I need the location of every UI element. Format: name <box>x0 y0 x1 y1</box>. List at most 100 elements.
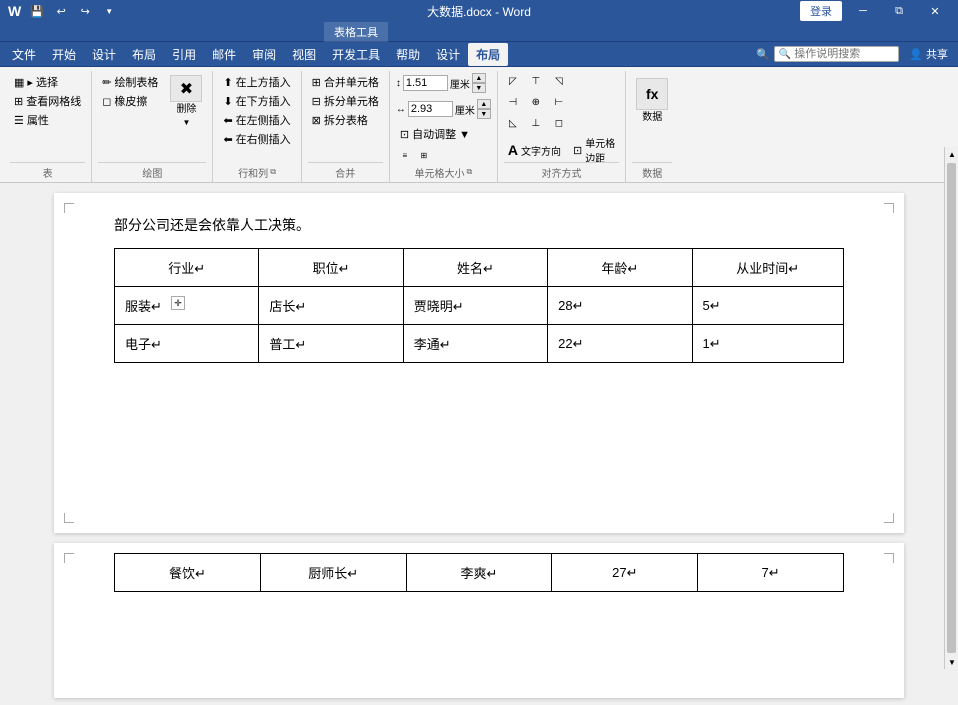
split-cells-button[interactable]: ⊟ 拆分单元格 <box>308 92 383 110</box>
cell-height-down[interactable]: ▼ <box>472 83 486 93</box>
row1-position[interactable]: 店长↵ <box>259 287 403 325</box>
align-mr-button[interactable]: ⊢ <box>550 94 568 110</box>
cell-margin-button[interactable]: ⊡ 单元格边距 <box>569 141 619 159</box>
align-tc-button[interactable]: ⊤ <box>527 73 545 89</box>
menu-review[interactable]: 审阅 <box>244 43 284 66</box>
ribbon-group-align: ◸ ⊤ ◹ ⊣ ⊕ ⊢ ◺ ⊥ ◻ A 文字方向 ⊡ <box>498 71 626 182</box>
merge-cells-button[interactable]: ⊞ 合并单元格 <box>308 73 383 91</box>
align-ml-button[interactable]: ⊣ <box>504 94 522 110</box>
menu-reference[interactable]: 引用 <box>164 43 204 66</box>
menu-help[interactable]: 帮助 <box>388 43 428 66</box>
header-years: 从业时间↵ <box>692 249 844 287</box>
minimize-button[interactable]: ─ <box>848 0 878 22</box>
properties-button[interactable]: ☰ 属性 <box>10 111 85 129</box>
align-bc-button[interactable]: ⊥ <box>527 115 545 131</box>
row3-name[interactable]: 李爽↵ <box>406 554 552 592</box>
row1-industry[interactable]: 服装↵ <box>115 287 259 325</box>
redo-icon[interactable]: ↪ <box>75 1 95 21</box>
menu-developer[interactable]: 开发工具 <box>324 43 388 66</box>
ribbon-group-merge-content: ⊞ 合并单元格 ⊟ 拆分单元格 ⊠ 拆分表格 <box>308 73 383 160</box>
save-icon[interactable]: 💾 <box>27 1 47 21</box>
scroll-down-arrow[interactable]: ▼ <box>945 655 958 669</box>
insert-left-icon: ⬅ <box>223 114 232 127</box>
row2-age[interactable]: 22↵ <box>548 325 692 363</box>
menu-layout[interactable]: 布局 <box>124 43 164 66</box>
align-bl-button[interactable]: ◺ <box>504 115 522 131</box>
row3-years[interactable]: 7↵ <box>698 554 844 592</box>
distribute-rows-icon[interactable]: ≡ <box>396 147 414 163</box>
split-table-button[interactable]: ⊠ 拆分表格 <box>308 111 383 129</box>
row3-position[interactable]: 厨师长↵ <box>260 554 406 592</box>
close-button[interactable]: ✕ <box>920 0 950 22</box>
ribbon-group-data-content: fx 数据 <box>632 73 672 160</box>
insert-below-button[interactable]: ⬇ 在下方插入 <box>219 92 294 110</box>
cell-width-down[interactable]: ▼ <box>477 109 491 119</box>
auto-fit-icon: ⊡ <box>400 128 409 141</box>
auto-fit-button[interactable]: ⊡ 自动调整 ▼ <box>396 125 474 143</box>
insert-below-icon: ⬇ <box>223 95 232 108</box>
row2-name[interactable]: 李通↵ <box>403 325 547 363</box>
row3-age[interactable]: 27↵ <box>552 554 698 592</box>
row1-age[interactable]: 28↵ <box>548 287 692 325</box>
align-br-button[interactable]: ◻ <box>550 115 568 131</box>
menu-right: 🔍 🔍 👤 共享 <box>756 44 954 64</box>
align-tl-button[interactable]: ◸ <box>504 73 522 89</box>
row1-name[interactable]: 贾晓明↵ <box>403 287 547 325</box>
draw-table-button[interactable]: ✏ 绘制表格 <box>98 73 162 91</box>
menu-design[interactable]: 设计 <box>84 43 124 66</box>
cell-width-input[interactable] <box>408 101 453 117</box>
cell-height-up[interactable]: ▲ <box>472 73 486 83</box>
scroll-bar[interactable]: ▲ ▼ <box>944 147 958 669</box>
menu-home[interactable]: 开始 <box>44 43 84 66</box>
customize-icon[interactable]: ▼ <box>99 1 119 21</box>
menu-table-design[interactable]: 设计 <box>428 43 468 66</box>
scroll-up-arrow[interactable]: ▲ <box>945 147 958 161</box>
menu-table-layout[interactable]: 布局 <box>468 43 508 66</box>
rowcol-expand-icon[interactable]: ⧉ <box>270 167 276 177</box>
align-tr-button[interactable]: ◹ <box>550 73 568 89</box>
title-bar-right: 登录 ─ ⧉ ✕ <box>800 0 950 22</box>
eraser-button[interactable]: ◻ 橡皮擦 <box>98 92 162 110</box>
row2-position[interactable]: 普工↵ <box>259 325 403 363</box>
row1-years[interactable]: 5↵ <box>692 287 844 325</box>
page-1-content: 部分公司还是会依靠人工决策。 ✛ 行业↵ 职位↵ 姓名↵ 年龄↵ 从业时间↵ 服… <box>54 193 904 383</box>
cellsize-expand-icon[interactable]: ⧉ <box>467 167 473 177</box>
document-area: 部分公司还是会依靠人工决策。 ✛ 行业↵ 职位↵ 姓名↵ 年龄↵ 从业时间↵ 服… <box>0 183 958 705</box>
insert-right-button[interactable]: ⬅ 在右侧插入 <box>219 130 294 148</box>
text-direction-button[interactable]: A 文字方向 <box>504 141 565 159</box>
scroll-thumb[interactable] <box>947 163 956 653</box>
align-mc-button[interactable]: ⊕ <box>527 94 545 110</box>
undo-icon[interactable]: ↩ <box>51 1 71 21</box>
restore-button[interactable]: ⧉ <box>884 0 914 22</box>
menu-file[interactable]: 文件 <box>4 43 44 66</box>
share-button[interactable]: 👤 共享 <box>903 44 954 64</box>
properties-icon: ☰ <box>14 114 24 127</box>
cell-width-up[interactable]: ▲ <box>477 99 491 109</box>
data-button[interactable]: fx 数据 <box>632 73 672 129</box>
row3-industry[interactable]: 餐饮↵ <box>115 554 261 592</box>
alignment-grid: ◸ ⊤ ◹ ⊣ ⊕ ⊢ ◺ ⊥ ◻ <box>504 73 572 135</box>
row2-industry[interactable]: 电子↵ <box>115 325 259 363</box>
login-button[interactable]: 登录 <box>800 1 842 21</box>
corner-tl <box>64 203 74 213</box>
corner-bl <box>64 513 74 523</box>
delete-button[interactable]: ✖ 删除 ▼ <box>166 73 206 129</box>
ribbon-search-box[interactable]: 🔍 <box>774 46 899 62</box>
view-gridlines-button[interactable]: ⊞ 查看网格线 <box>10 92 85 110</box>
menu-view[interactable]: 视图 <box>284 43 324 66</box>
distribute-cols-icon[interactable]: ⊞ <box>415 147 433 163</box>
table-resize-handle[interactable] <box>844 308 850 328</box>
ribbon-group-rowcol-content: ⬆ 在上方插入 ⬇ 在下方插入 ⬅ 在左侧插入 ⬅ 在右侧插入 <box>219 73 294 163</box>
insert-above-button[interactable]: ⬆ 在上方插入 <box>219 73 294 91</box>
cell-height-spinner: ▲ ▼ <box>472 73 486 93</box>
select-button[interactable]: ▦ ▸ 选择 <box>10 73 85 91</box>
insert-right-icon: ⬅ <box>223 133 232 146</box>
cell-height-input[interactable] <box>403 75 448 91</box>
row2-years[interactable]: 1↵ <box>692 325 844 363</box>
ribbon: ▦ ▸ 选择 ⊞ 查看网格线 ☰ 属性 表 <box>0 67 958 183</box>
search-input[interactable] <box>794 48 894 60</box>
table-move-handle[interactable]: ✛ <box>171 296 185 310</box>
group-cellsize-label: 单元格大小 <box>415 165 465 180</box>
insert-left-button[interactable]: ⬅ 在左侧插入 <box>219 111 294 129</box>
menu-mail[interactable]: 邮件 <box>204 43 244 66</box>
